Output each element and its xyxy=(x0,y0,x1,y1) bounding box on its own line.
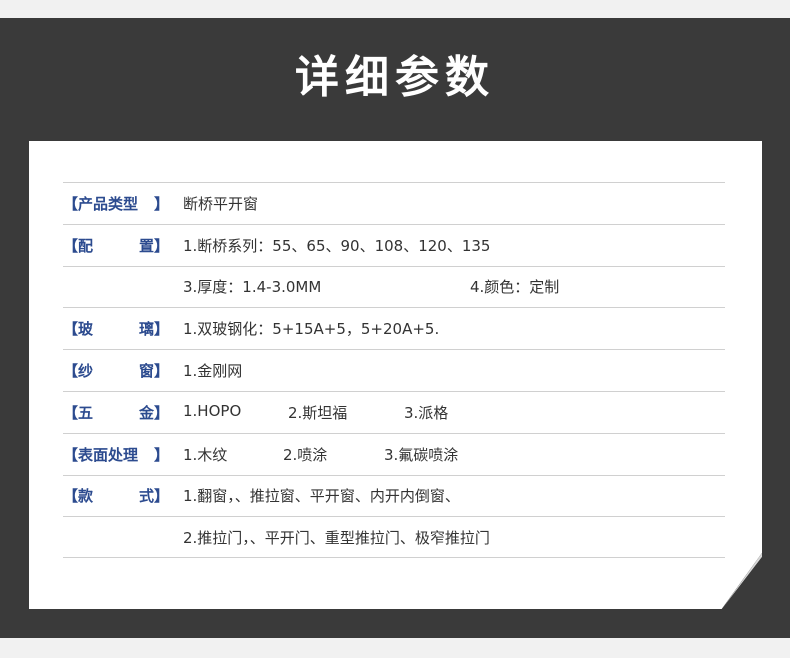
row-value: 断桥平开窗 xyxy=(183,194,259,213)
spec-row-screen: 【纱 窗】 1.金刚网 xyxy=(63,349,725,391)
row-value: 2.推拉门，、平开门、重型推拉门、极窄推拉门 xyxy=(183,528,490,547)
spec-row-surface: 【表面处理】 1.木纹 2.喷涂 3.氟碳喷涂 xyxy=(63,432,725,475)
row-value: 2.喷涂 xyxy=(283,445,328,464)
spec-row-config-2: 3.厚度：1.4-3.0MM 4.颜色：定制 xyxy=(63,265,725,308)
row-value: 1.双玻钢化：5+15A+5，5+20A+5. xyxy=(183,320,440,339)
row-label: 【五 金】 xyxy=(63,403,169,422)
spec-row-hardware: 【五 金】 1.HOPO 2.斯坦福 3.派格 xyxy=(63,390,725,433)
page-title: 详细参数 xyxy=(295,52,495,103)
row-label: 【纱 窗】 xyxy=(63,362,169,381)
row-label: 【玻 璃】 xyxy=(63,320,169,339)
spec-row-glass: 【玻 璃】 1.双玻钢化：5+15A+5，5+20A+5. xyxy=(63,307,725,349)
row-value: 1.断桥系列：55、65、90、108、120、135 xyxy=(183,236,491,255)
row-value: 1.翻窗，、推拉窗、平开窗、内开内倒窗、 xyxy=(183,487,460,506)
row-value: 1.HOPO xyxy=(183,401,242,420)
row-value: 3.厚度：1.4-3.0MM xyxy=(183,278,322,297)
row-value: 1.金刚网 xyxy=(183,362,243,381)
page-fold-corner xyxy=(722,553,762,609)
spec-row-config: 【配 置】 1.断桥系列：55、65、90、108、120、135 xyxy=(63,223,725,266)
row-label: 【配 置】 xyxy=(63,236,169,255)
spec-row-style: 【款 式】 1.翻窗，、推拉窗、平开窗、内开内倒窗、 xyxy=(63,474,725,517)
row-value: 3.派格 xyxy=(404,403,449,422)
row-label: 【表面处理】 xyxy=(63,445,169,464)
spec-row-type: 【产品类型】 断桥平开窗 xyxy=(63,182,725,224)
row-label: 【产品类型】 xyxy=(63,194,169,213)
row-value: 4.颜色：定制 xyxy=(470,278,560,297)
row-label: 【款 式】 xyxy=(63,487,169,506)
spec-row-style-2: 2.推拉门，、平开门、重型推拉门、极窄推拉门 xyxy=(63,516,725,559)
row-value: 3.氟碳喷涂 xyxy=(384,445,459,464)
spec-table: 【产品类型】 断桥平开窗 【配 置】 1.断桥系列：55、65、90、108、12… xyxy=(63,182,725,559)
row-value: 2.斯坦福 xyxy=(288,403,348,422)
row-value: 1.木纹 xyxy=(183,445,228,464)
